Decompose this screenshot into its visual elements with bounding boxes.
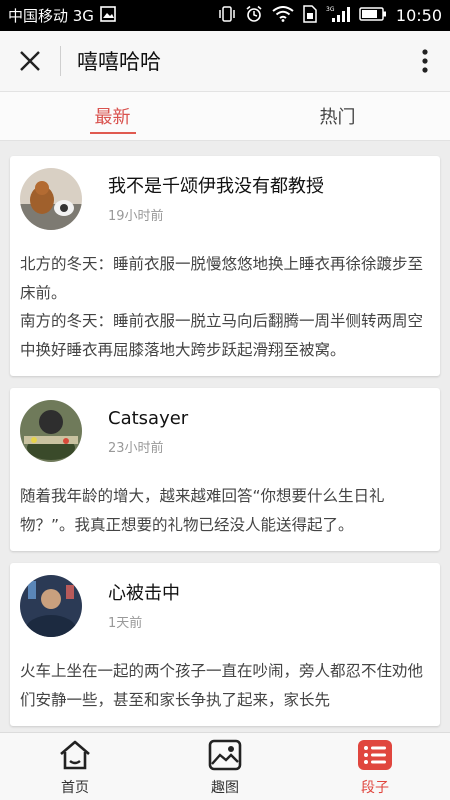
carrier-label: 中国移动 3G <box>8 7 94 25</box>
post-content: 北方的冬天：睡前衣服一脱慢悠悠地换上睡衣再徐徐踱步至床前。 南方的冬天：睡前衣服… <box>20 255 424 359</box>
nav-home[interactable]: 首页 <box>0 733 150 800</box>
signal-icon: 3G <box>326 5 350 27</box>
close-icon <box>20 51 40 71</box>
avatar[interactable] <box>20 400 82 462</box>
avatar[interactable] <box>20 575 82 637</box>
wifi-icon <box>272 5 294 26</box>
nav-funny-pictures-label: 趣图 <box>211 779 239 796</box>
nav-jokes[interactable]: 段子 <box>300 733 450 800</box>
gallery-notification-icon <box>100 5 116 26</box>
home-icon <box>57 737 93 773</box>
page-title: 嘻嘻哈哈 <box>77 50 161 74</box>
battery-icon <box>359 6 387 26</box>
post-content: 火车上坐在一起的两个孩子一直在吵闹，旁人都忍不住劝他们安静一些，甚至和家长争执了… <box>20 662 424 709</box>
more-options-button[interactable] <box>400 31 450 92</box>
nav-jokes-label: 段子 <box>361 779 389 796</box>
post-time: 23小时前 <box>108 440 164 456</box>
nav-funny-pictures[interactable]: 趣图 <box>150 733 300 800</box>
post-username[interactable]: 心被击中 <box>108 582 180 606</box>
post-feed[interactable]: 我不是千颂伊我没有都教授 19小时前 北方的冬天：睡前衣服一脱慢悠悠地换上睡衣再… <box>0 141 450 732</box>
list-icon <box>357 737 393 773</box>
post-card[interactable]: Catsayer 23小时前 随着我年龄的增大，越来越难回答“你想要什么生日礼物… <box>10 388 440 551</box>
post-card[interactable]: 心被击中 1天前 火车上坐在一起的两个孩子一直在吵闹，旁人都忍不住劝他们安静一些… <box>10 563 440 726</box>
tab-latest[interactable]: 最新 <box>0 92 225 140</box>
post-card[interactable]: 我不是千颂伊我没有都教授 19小时前 北方的冬天：睡前衣服一脱慢悠悠地换上睡衣再… <box>10 156 440 376</box>
sim-icon <box>303 4 317 27</box>
more-vertical-icon <box>422 49 428 73</box>
clock-time: 10:50 <box>395 6 442 25</box>
app-header: 嘻嘻哈哈 <box>0 31 450 92</box>
close-button[interactable] <box>0 31 60 92</box>
status-bar: 中国移动 3G 3G 10:50 <box>0 0 450 31</box>
nav-home-label: 首页 <box>61 779 89 796</box>
post-username[interactable]: 我不是千颂伊我没有都教授 <box>108 175 324 199</box>
vibrate-icon <box>218 5 236 26</box>
bottom-navigation: 首页 趣图 段子 <box>0 732 450 800</box>
post-content: 随着我年龄的增大，越来越难回答“你想要什么生日礼物？”。我真正想要的礼物已经没人… <box>20 487 385 534</box>
header-divider <box>60 46 61 76</box>
tab-bar: 最新 热门 <box>0 92 450 141</box>
image-icon <box>207 737 243 773</box>
alarm-icon <box>245 5 263 27</box>
post-time: 19小时前 <box>108 208 164 224</box>
tab-popular[interactable]: 热门 <box>225 92 450 140</box>
svg-text:3G: 3G <box>326 6 335 13</box>
post-username[interactable]: Catsayer <box>108 407 188 431</box>
avatar[interactable] <box>20 168 82 230</box>
post-time: 1天前 <box>108 615 143 631</box>
